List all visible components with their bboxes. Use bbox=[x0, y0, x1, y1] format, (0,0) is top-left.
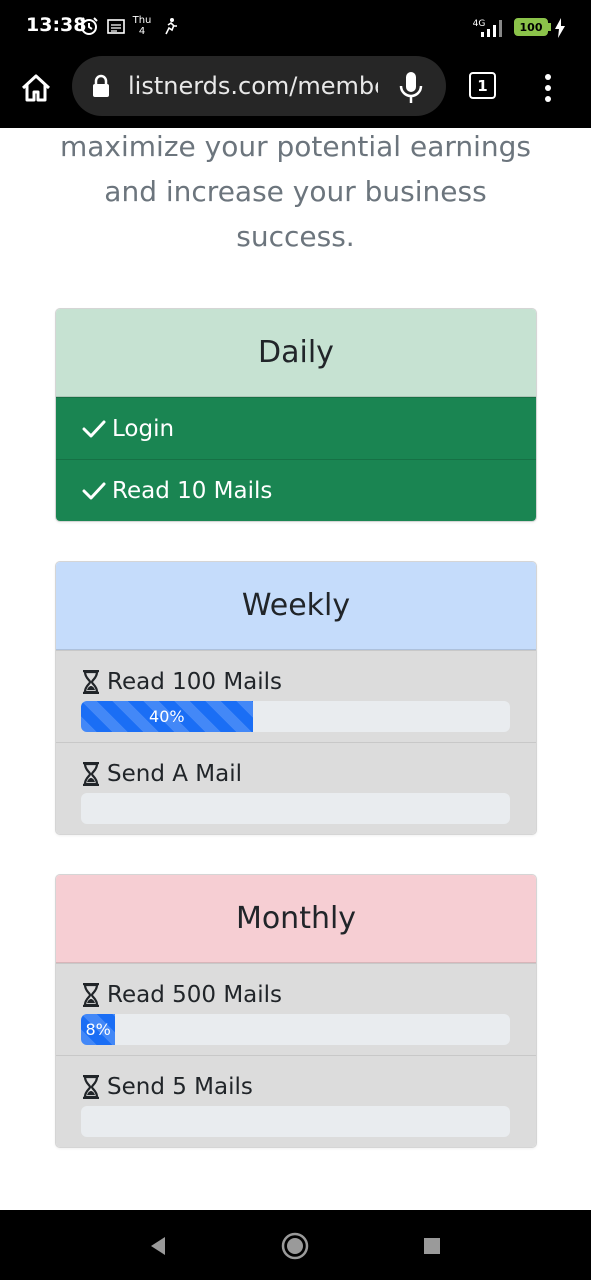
task-label: Send 5 Mails bbox=[107, 1074, 253, 1100]
daily-header: Daily bbox=[56, 309, 536, 397]
status-bar: 13:38 Thu 4 4G 100 bbox=[0, 0, 591, 54]
home-nav-button[interactable] bbox=[279, 1230, 311, 1262]
daily-task-login: Login bbox=[56, 397, 536, 459]
daily-card: Daily Login Read 10 Mails bbox=[55, 308, 537, 522]
more-menu-button[interactable] bbox=[538, 68, 558, 108]
daily-task-read-mails: Read 10 Mails bbox=[56, 459, 536, 521]
progress-bar: 8% bbox=[81, 1014, 510, 1045]
menu-dot bbox=[545, 74, 551, 80]
menu-dot bbox=[545, 96, 551, 102]
url-text: listnerds.com/members bbox=[128, 72, 378, 100]
charging-icon bbox=[553, 16, 567, 40]
browser-toolbar: listnerds.com/members 1 bbox=[0, 54, 591, 128]
task-label: Read 10 Mails bbox=[112, 477, 273, 504]
weekly-task-send-mail: Send A Mail bbox=[56, 742, 536, 834]
home-icon bbox=[21, 74, 51, 102]
task-label: Read 500 Mails bbox=[107, 982, 283, 1008]
monthly-task-send-mails: Send 5 Mails bbox=[56, 1055, 536, 1147]
monthly-card: Monthly Read 500 Mails 8% Send 5 Mails bbox=[55, 874, 537, 1148]
voice-search-button[interactable] bbox=[396, 68, 426, 108]
progress-bar: 40% bbox=[81, 701, 510, 732]
check-icon bbox=[82, 417, 106, 441]
hourglass-icon bbox=[81, 762, 101, 786]
back-button[interactable] bbox=[142, 1230, 174, 1262]
system-nav-bar bbox=[0, 1210, 591, 1280]
weekly-task-read-mails: Read 100 Mails 40% bbox=[56, 650, 536, 742]
progress-fill: 8% bbox=[81, 1014, 116, 1045]
tab-switcher-button[interactable]: 1 bbox=[469, 72, 496, 99]
alarm-icon bbox=[78, 14, 100, 38]
activity-icon bbox=[160, 14, 180, 38]
monthly-task-read-mails: Read 500 Mails 8% bbox=[56, 963, 536, 1055]
weekly-header: Weekly bbox=[56, 562, 536, 650]
progress-bar bbox=[81, 1106, 510, 1137]
task-label: Read 100 Mails bbox=[107, 669, 283, 695]
back-icon bbox=[151, 1237, 165, 1255]
progress-bar bbox=[81, 793, 510, 824]
address-bar[interactable]: listnerds.com/members bbox=[72, 56, 446, 116]
battery-indicator: 100 bbox=[514, 18, 548, 36]
weekly-card: Weekly Read 100 Mails 40% Send A Mail bbox=[55, 561, 537, 835]
task-label: Send A Mail bbox=[107, 761, 243, 787]
intro-text: maximize your potential earnings and inc… bbox=[60, 130, 532, 253]
home-button[interactable] bbox=[16, 68, 56, 108]
recents-icon bbox=[424, 1238, 440, 1254]
hourglass-icon bbox=[81, 1075, 101, 1099]
recents-button[interactable] bbox=[416, 1230, 448, 1262]
hourglass-icon bbox=[81, 983, 101, 1007]
check-icon bbox=[82, 479, 106, 503]
lock-icon bbox=[92, 71, 114, 101]
progress-fill: 40% bbox=[81, 701, 253, 732]
hourglass-icon bbox=[81, 670, 101, 694]
date-label: Thu 4 bbox=[132, 15, 152, 37]
signal-icon bbox=[478, 16, 508, 40]
calendar-icon bbox=[106, 14, 126, 38]
task-label: Login bbox=[112, 415, 175, 442]
home-circle-icon bbox=[281, 1232, 309, 1260]
page-content: maximize your potential earnings and inc… bbox=[0, 128, 591, 1210]
monthly-header: Monthly bbox=[56, 875, 536, 963]
battery-tip bbox=[548, 23, 551, 31]
menu-dot bbox=[545, 85, 551, 91]
microphone-icon bbox=[399, 72, 423, 103]
